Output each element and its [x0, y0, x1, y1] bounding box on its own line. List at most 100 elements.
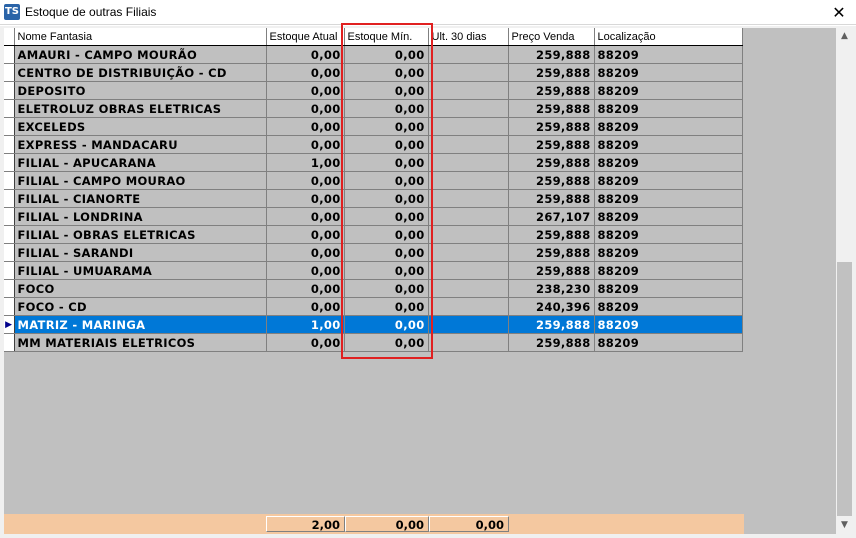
cell-nome-fantasia[interactable]: ELETROLUZ OBRAS ELETRICAS — [14, 99, 267, 118]
cell-estoque-min[interactable]: 0,00 — [344, 279, 429, 298]
cell-localizacao[interactable]: 88209 — [594, 333, 743, 352]
cell-estoque-min[interactable]: 0,00 — [344, 63, 429, 82]
cell-estoque-atual[interactable]: 0,00 — [266, 297, 345, 316]
cell-estoque-min[interactable]: 0,00 — [344, 117, 429, 136]
cell-ult-30-dias[interactable] — [428, 207, 509, 226]
cell-nome-fantasia[interactable]: AMAURI - CAMPO MOURÃO — [14, 45, 267, 64]
cell-preco-venda[interactable]: 259,888 — [508, 63, 595, 82]
cell-preco-venda[interactable]: 267,107 — [508, 207, 595, 226]
cell-preco-venda[interactable]: 259,888 — [508, 45, 595, 64]
cell-localizacao[interactable]: 88209 — [594, 243, 743, 262]
cell-localizacao[interactable]: 88209 — [594, 279, 743, 298]
cell-localizacao[interactable]: 88209 — [594, 81, 743, 100]
cell-nome-fantasia[interactable]: FOCO — [14, 279, 267, 298]
cell-ult-30-dias[interactable] — [428, 135, 509, 154]
cell-estoque-min[interactable]: 0,00 — [344, 99, 429, 118]
table-row[interactable]: FILIAL - LONDRINA 0,00 0,00 267,107 88209 — [4, 207, 743, 226]
table-row[interactable]: ELETROLUZ OBRAS ELETRICAS 0,00 0,00 259,888… — [4, 99, 743, 118]
cell-nome-fantasia[interactable]: MATRIZ - MARINGA — [14, 315, 267, 334]
column-header-ult-30-dias[interactable]: Ult. 30 dias — [428, 28, 509, 46]
cell-estoque-atual[interactable]: 1,00 — [266, 153, 345, 172]
cell-estoque-atual[interactable]: 0,00 — [266, 117, 345, 136]
column-header-estoque-atual[interactable]: Estoque Atual — [266, 28, 345, 46]
table-row[interactable]: FILIAL - CIANORTE 0,00 0,00 259,888 88209 — [4, 189, 743, 208]
cell-preco-venda[interactable]: 259,888 — [508, 225, 595, 244]
cell-estoque-min[interactable]: 0,00 — [344, 333, 429, 352]
cell-ult-30-dias[interactable] — [428, 189, 509, 208]
table-row[interactable]: FILIAL - CAMPO MOURAO 0,00 0,00 259,888 8820… — [4, 171, 743, 190]
cell-estoque-min[interactable]: 0,00 — [344, 297, 429, 316]
column-header-preco-venda[interactable]: Preço Venda — [508, 28, 595, 46]
cell-preco-venda[interactable]: 259,888 — [508, 189, 595, 208]
cell-localizacao[interactable]: 88209 — [594, 63, 743, 82]
cell-ult-30-dias[interactable] — [428, 279, 509, 298]
table-row[interactable]: FILIAL - SARANDI 0,00 0,00 259,888 88209 — [4, 243, 743, 262]
stock-grid[interactable]: Nome Fantasia Estoque Atual Estoque Mín.… — [4, 28, 836, 534]
cell-preco-venda[interactable]: 259,888 — [508, 171, 595, 190]
cell-preco-venda[interactable]: 259,888 — [508, 243, 595, 262]
cell-nome-fantasia[interactable]: EXPRESS - MANDACARU — [14, 135, 267, 154]
cell-ult-30-dias[interactable] — [428, 315, 509, 334]
cell-nome-fantasia[interactable]: FILIAL - OBRAS ELETRICAS — [14, 225, 267, 244]
table-row[interactable]: FILIAL - OBRAS ELETRICAS 0,00 0,00 259,888 8… — [4, 225, 743, 244]
cell-ult-30-dias[interactable] — [428, 225, 509, 244]
cell-preco-venda[interactable]: 259,888 — [508, 261, 595, 280]
cell-preco-venda[interactable]: 238,230 — [508, 279, 595, 298]
scroll-up-arrow-icon[interactable]: ▲ — [836, 28, 853, 45]
cell-estoque-min[interactable]: 0,00 — [344, 171, 429, 190]
column-header-estoque-min[interactable]: Estoque Mín. — [344, 28, 429, 46]
cell-nome-fantasia[interactable]: FOCO - CD — [14, 297, 267, 316]
cell-ult-30-dias[interactable] — [428, 153, 509, 172]
cell-estoque-min[interactable]: 0,00 — [344, 45, 429, 64]
table-row[interactable]: FILIAL - UMUARAMA 0,00 0,00 259,888 88209 — [4, 261, 743, 280]
table-row[interactable]: FOCO - CD 0,00 0,00 240,396 88209 — [4, 297, 743, 316]
table-row[interactable]: FILIAL - APUCARANA 1,00 0,00 259,888 88209 — [4, 153, 743, 172]
table-row[interactable]: FOCO 0,00 0,00 238,230 88209 — [4, 279, 743, 298]
cell-ult-30-dias[interactable] — [428, 63, 509, 82]
cell-ult-30-dias[interactable] — [428, 333, 509, 352]
cell-localizacao[interactable]: 88209 — [594, 207, 743, 226]
table-row[interactable]: MM MATERIAIS ELETRICOS 0,00 0,00 259,888 882… — [4, 333, 743, 352]
cell-estoque-min[interactable]: 0,00 — [344, 315, 429, 334]
cell-estoque-atual[interactable]: 0,00 — [266, 243, 345, 262]
cell-preco-venda[interactable]: 259,888 — [508, 135, 595, 154]
cell-nome-fantasia[interactable]: DEPOSITO — [14, 81, 267, 100]
cell-ult-30-dias[interactable] — [428, 45, 509, 64]
cell-estoque-min[interactable]: 0,00 — [344, 207, 429, 226]
table-row[interactable]: AMAURI - CAMPO MOURÃO 0,00 0,00 259,888 8820… — [4, 45, 743, 64]
cell-nome-fantasia[interactable]: FILIAL - UMUARAMA — [14, 261, 267, 280]
cell-nome-fantasia[interactable]: CENTRO DE DISTRIBUIÇÃO - CD — [14, 63, 267, 82]
cell-estoque-atual[interactable]: 0,00 — [266, 63, 345, 82]
cell-preco-venda[interactable]: 259,888 — [508, 333, 595, 352]
cell-preco-venda[interactable]: 259,888 — [508, 315, 595, 334]
table-row[interactable]: EXPRESS - MANDACARU 0,00 0,00 259,888 88209 — [4, 135, 743, 154]
table-row[interactable]: CENTRO DE DISTRIBUIÇÃO - CD 0,00 0,00 259,8… — [4, 63, 743, 82]
cell-estoque-atual[interactable]: 0,00 — [266, 207, 345, 226]
cell-estoque-atual[interactable]: 0,00 — [266, 171, 345, 190]
cell-localizacao[interactable]: 88209 — [594, 135, 743, 154]
table-row[interactable]: EXCELEDS 0,00 0,00 259,888 88209 — [4, 117, 743, 136]
cell-ult-30-dias[interactable] — [428, 99, 509, 118]
cell-estoque-atual[interactable]: 0,00 — [266, 279, 345, 298]
cell-ult-30-dias[interactable] — [428, 261, 509, 280]
cell-estoque-min[interactable]: 0,00 — [344, 261, 429, 280]
cell-localizacao[interactable]: 88209 — [594, 153, 743, 172]
cell-estoque-min[interactable]: 0,00 — [344, 153, 429, 172]
vertical-scrollbar[interactable]: ▲ ▼ — [836, 28, 853, 534]
cell-estoque-atual[interactable]: 0,00 — [266, 189, 345, 208]
cell-localizacao[interactable]: 88209 — [594, 117, 743, 136]
cell-ult-30-dias[interactable] — [428, 81, 509, 100]
cell-estoque-min[interactable]: 0,00 — [344, 81, 429, 100]
cell-nome-fantasia[interactable]: FILIAL - SARANDI — [14, 243, 267, 262]
cell-localizacao[interactable]: 88209 — [594, 315, 743, 334]
cell-estoque-atual[interactable]: 0,00 — [266, 261, 345, 280]
cell-preco-venda[interactable]: 259,888 — [508, 99, 595, 118]
cell-localizacao[interactable]: 88209 — [594, 297, 743, 316]
cell-estoque-atual[interactable]: 0,00 — [266, 81, 345, 100]
cell-nome-fantasia[interactable]: FILIAL - APUCARANA — [14, 153, 267, 172]
cell-preco-venda[interactable]: 240,396 — [508, 297, 595, 316]
cell-localizacao[interactable]: 88209 — [594, 171, 743, 190]
column-header-nome-fantasia[interactable]: Nome Fantasia — [14, 28, 267, 46]
cell-estoque-atual[interactable]: 1,00 — [266, 315, 345, 334]
cell-localizacao[interactable]: 88209 — [594, 261, 743, 280]
